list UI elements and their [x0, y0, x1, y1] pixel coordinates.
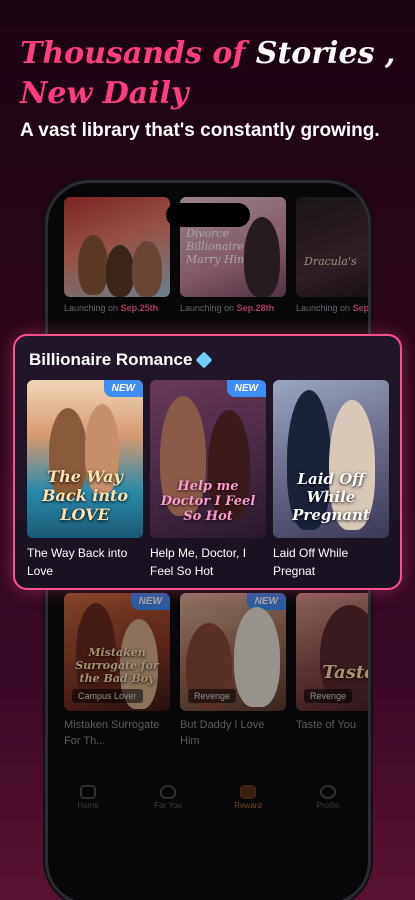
tab-reward[interactable]: Reward	[218, 785, 278, 831]
launch-info: Launching on Sep.28th	[180, 303, 275, 313]
subline: A vast library that's constantly growing…	[20, 120, 380, 141]
book-title: Taste of You	[296, 719, 356, 731]
headline-white-1: Stories ,	[255, 36, 396, 71]
tab-profile[interactable]: Profile	[298, 785, 358, 831]
diamond-icon	[195, 351, 213, 369]
book-title: Laid Off While Pregnat	[273, 546, 349, 578]
launch-info: Launching on Sep.	[296, 303, 368, 313]
book-title: Mistaken Surrogate For Th...	[64, 719, 160, 747]
book-cover: Taste Revenge	[296, 593, 368, 711]
profile-icon	[320, 785, 336, 799]
book-card[interactable]: Taste Revenge Taste of You	[296, 593, 368, 749]
panel-title: Billionaire Romance	[29, 350, 213, 370]
book-card[interactable]: NEW The Way Back into LOVE The Way Back …	[27, 380, 143, 580]
book-cover: Laid Off While Pregnant	[273, 380, 389, 538]
new-badge: NEW	[130, 593, 170, 610]
genre-tag: Revenge	[304, 689, 353, 703]
book-card[interactable]: Laid Off While Pregnant Laid Off While P…	[273, 380, 389, 580]
book-card[interactable]: NEW Help me Doctor I Feel So Hot Help Me…	[150, 380, 266, 580]
headline-pink-2: New Daily	[20, 76, 189, 111]
phone-notch	[166, 203, 250, 227]
book-cover: NEW Revenge	[180, 593, 286, 711]
tab-bar: Home For You Reward Profile	[48, 785, 368, 831]
book-title: The Way Back into Love	[27, 546, 128, 578]
home-icon	[80, 785, 96, 799]
headline-pink-1: Thousands of	[20, 36, 246, 71]
genre-tag: Campus Lover	[72, 689, 143, 703]
launch-info: Launching on Sep.25th	[64, 303, 159, 313]
book-card[interactable]: NEW Revenge But Daddy I Love Him	[180, 593, 286, 749]
tab-home[interactable]: Home	[58, 785, 118, 831]
headline: Thousands of Stories , New Daily	[20, 34, 400, 114]
book-cover: NEW Help me Doctor I Feel So Hot	[150, 380, 266, 538]
upcoming-book[interactable]: Dracula's Launching on Sep.	[296, 197, 368, 313]
gift-icon	[240, 785, 256, 799]
upcoming-book[interactable]: Launching on Sep.25th	[64, 197, 170, 313]
heart-icon	[160, 785, 176, 799]
book-cover: NEW The Way Back into LOVE	[27, 380, 143, 538]
new-badge: NEW	[226, 380, 266, 397]
book-cover: Dracula's	[296, 197, 368, 297]
featured-panel: Billionaire Romance NEW The Way Back int…	[13, 334, 402, 590]
book-title: But Daddy I Love Him	[180, 719, 265, 747]
featured-row: NEW The Way Back into LOVE The Way Back …	[27, 380, 389, 580]
book-cover	[64, 197, 170, 297]
new-badge: NEW	[103, 380, 143, 397]
book-cover: NEW Mistaken Surrogate for the Bad Boy C…	[64, 593, 170, 711]
book-card[interactable]: NEW Mistaken Surrogate for the Bad Boy C…	[64, 593, 170, 749]
genre-tag: Revenge	[188, 689, 237, 703]
phone-side-button	[44, 300, 47, 330]
tab-for-you[interactable]: For You	[138, 785, 198, 831]
book-title: Help Me, Doctor, I Feel So Hot	[150, 546, 247, 578]
book-row: NEW Mistaken Surrogate for the Bad Boy C…	[64, 593, 368, 749]
